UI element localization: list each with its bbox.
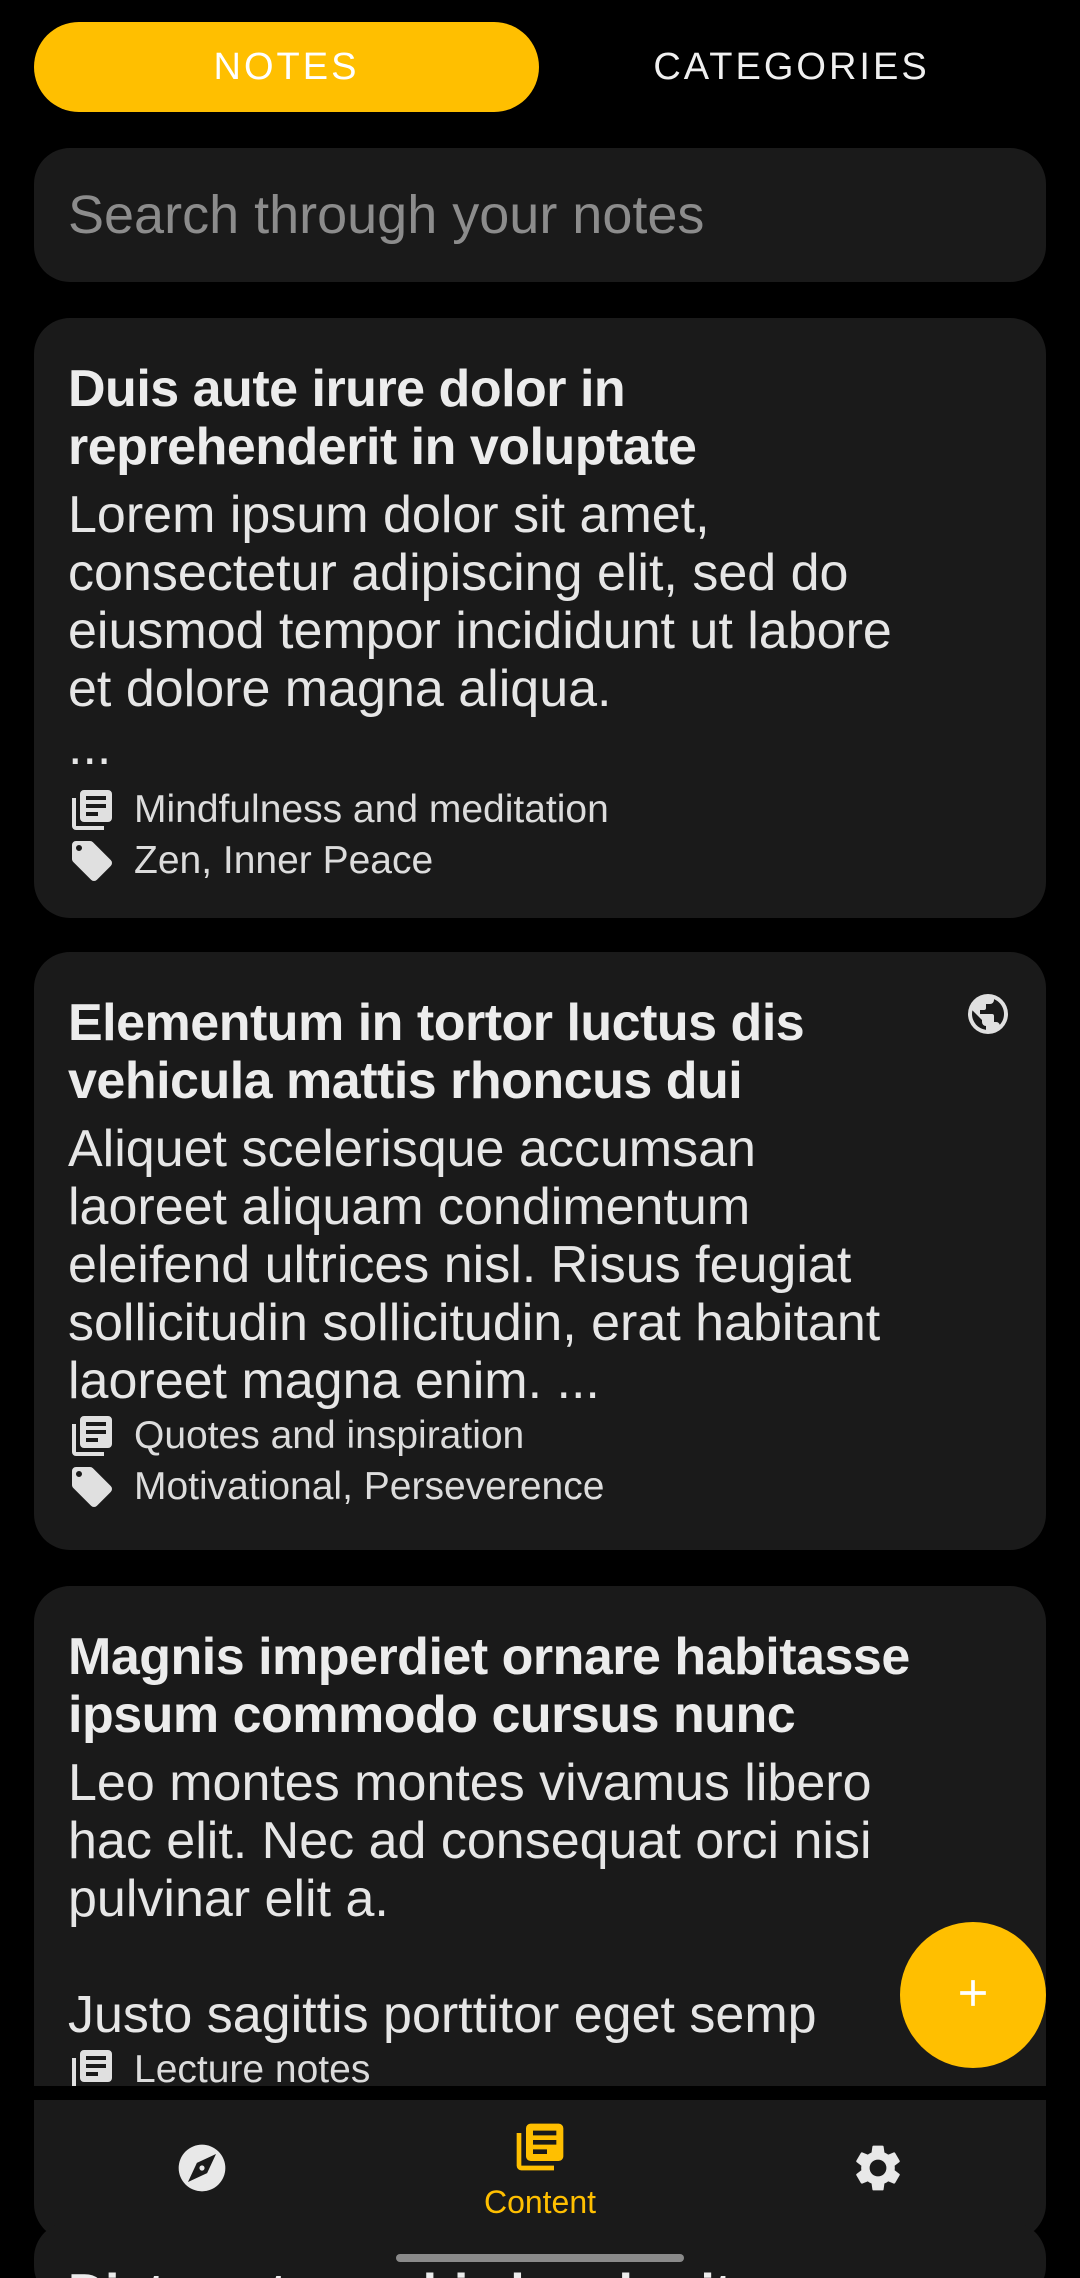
note-category: Lecture notes <box>134 2047 371 2087</box>
note-card[interactable]: Dictumst conubia hendrerit urna <box>34 2222 1046 2278</box>
bottom-navigation: Content <box>34 2100 1046 2240</box>
note-preview: Leo montes montes vivamus libero hac eli… <box>68 1754 872 2044</box>
note-category-row: Lecture notes <box>68 2044 1010 2086</box>
settings-gear-icon <box>850 2140 906 2201</box>
nav-explore[interactable] <box>102 2100 302 2240</box>
tag-icon <box>68 1463 116 1511</box>
note-tags: Motivational, Perseverence <box>134 1464 605 1508</box>
note-category-row: Mindfulness and meditation <box>68 784 1010 835</box>
notes-list-icon <box>68 1412 116 1460</box>
notes-list-icon <box>68 786 116 834</box>
note-preview: Lorem ipsum dolor sit amet, consectetur … <box>68 486 892 776</box>
notes-list-icon <box>68 2046 116 2086</box>
note-title: Dictumst conubia hendrerit urna <box>68 2264 1010 2278</box>
notes-list-icon <box>512 2119 568 2180</box>
note-tags-row: Motivational, Perseverence <box>68 1461 1010 1512</box>
note-card[interactable]: Magnis imperdiet ornare habitasse ipsum … <box>34 1586 1046 2086</box>
search-bar[interactable] <box>34 148 1046 282</box>
tab-notes[interactable]: NOTES <box>34 22 539 112</box>
note-title: Duis aute irure dolor in reprehenderit i… <box>68 360 697 476</box>
gesture-handle <box>396 2254 684 2262</box>
note-preview: Aliquet scelerisque accumsan laoreet ali… <box>68 1120 881 1410</box>
nav-content[interactable]: Content <box>440 2100 640 2240</box>
compass-icon <box>174 2140 230 2201</box>
note-title: Elementum in tortor luctus dis vehicula … <box>68 994 805 1110</box>
add-note-button[interactable] <box>900 1922 1046 2068</box>
note-tags-row: Zen, Inner Peace <box>68 835 1010 886</box>
tag-icon <box>68 837 116 885</box>
note-card[interactable]: Duis aute irure dolor in reprehenderit i… <box>34 318 1046 918</box>
note-tags: Zen, Inner Peace <box>134 838 434 882</box>
note-category-row: Quotes and inspiration <box>68 1410 1010 1461</box>
top-tab-bar: NOTES CATEGORIES <box>34 22 1046 112</box>
note-card[interactable]: Elementum in tortor luctus dis vehicula … <box>34 952 1046 1550</box>
tab-categories[interactable]: CATEGORIES <box>539 22 1044 112</box>
search-input[interactable] <box>68 184 1046 246</box>
nav-settings[interactable] <box>778 2100 978 2240</box>
note-title: Magnis imperdiet ornare habitasse ipsum … <box>68 1628 910 1744</box>
nav-content-label: Content <box>483 2184 597 2220</box>
note-category: Quotes and inspiration <box>134 1413 525 1457</box>
note-category: Mindfulness and meditation <box>134 787 609 831</box>
plus-icon <box>951 1971 995 2020</box>
globe-icon <box>964 990 1012 1038</box>
